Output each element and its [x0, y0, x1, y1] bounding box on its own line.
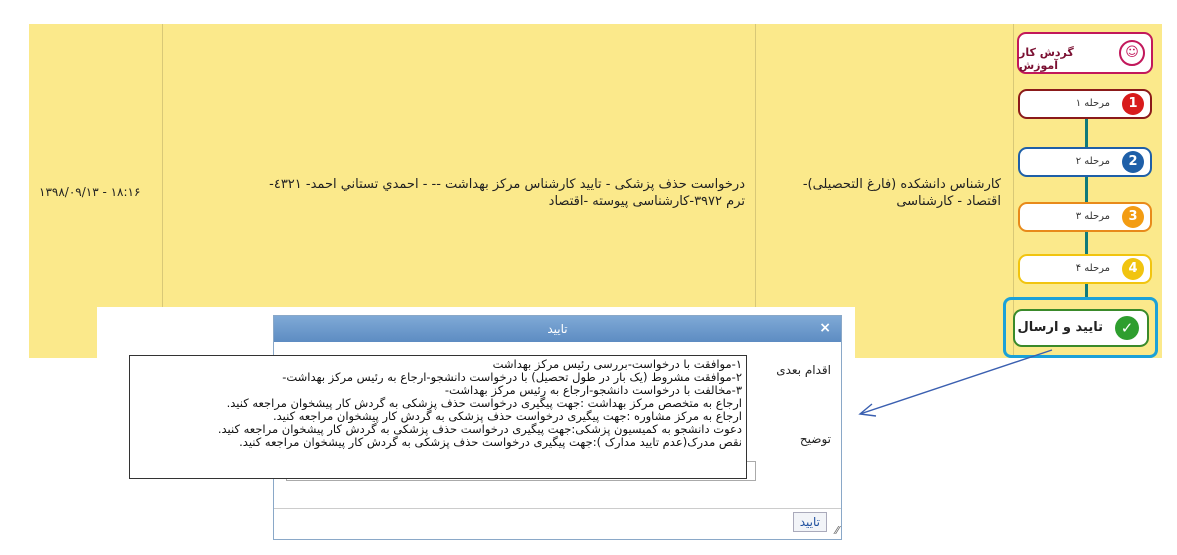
callout-arrow-line: [859, 349, 1053, 415]
callout-arrow: [858, 349, 1053, 417]
